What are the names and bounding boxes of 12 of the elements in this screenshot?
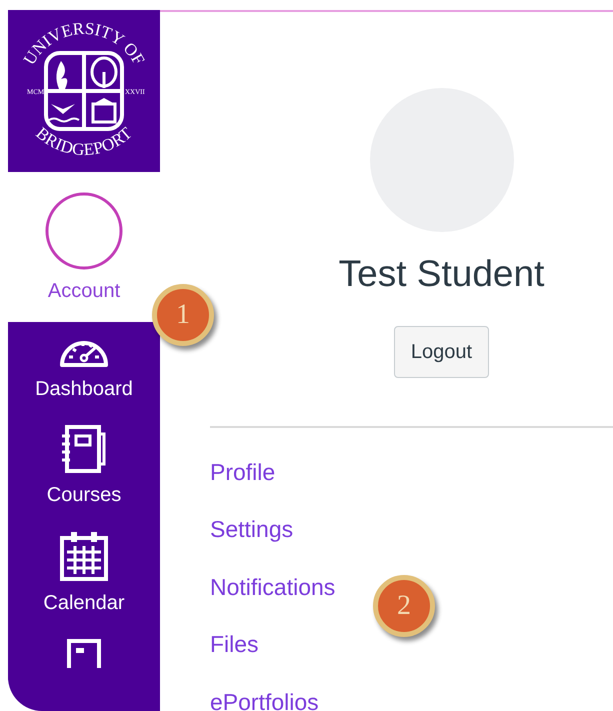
profile-link[interactable]: ePortfolios [210, 684, 319, 711]
avatar-icon [45, 192, 123, 270]
callout-marker: 1 [152, 284, 214, 346]
logout-button[interactable]: Logout [394, 326, 490, 378]
callout-marker: 2 [373, 575, 435, 637]
calendar-icon [59, 530, 109, 582]
nav-item[interactable]: Account [8, 172, 160, 322]
user-name: Test Student [338, 252, 544, 296]
profile-link[interactable]: Files [210, 627, 259, 662]
profile-link[interactable]: Notifications [210, 570, 336, 604]
profile-link[interactable]: Settings [210, 512, 294, 546]
profile-link[interactable]: Profile [210, 454, 276, 489]
